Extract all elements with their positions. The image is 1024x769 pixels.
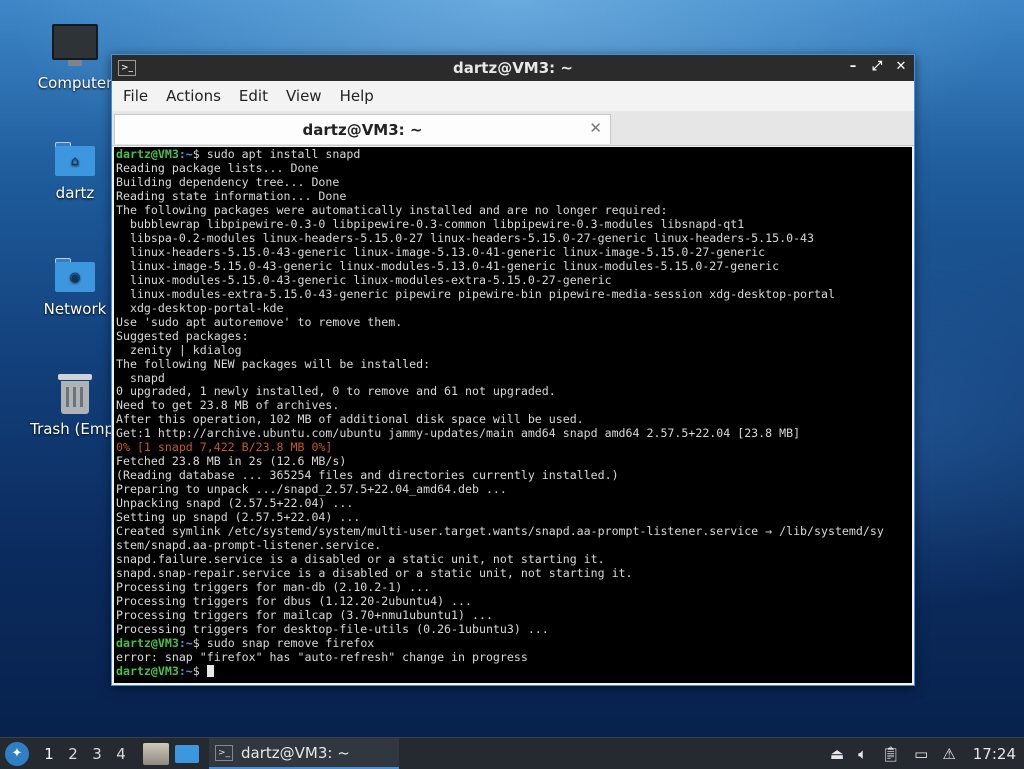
clipboard-icon[interactable]: 📋︎ (881, 745, 900, 763)
prompt-path: :~ (178, 663, 193, 678)
prompt-command: $ sudo apt install snapd (192, 147, 361, 161)
terminal-prompt-line: dartz@VM3:~$ sudo snap remove firefox (116, 636, 910, 650)
terminal-output-line: The following NEW packages will be insta… (116, 356, 431, 371)
terminal-output-line: Processing triggers for desktop-file-uti… (116, 621, 549, 636)
menu-actions[interactable]: Actions (157, 87, 230, 105)
taskbar-item-label: dartz@VM3: ~ (241, 743, 350, 762)
terminal-output-line: (Reading database ... 365254 files and d… (116, 468, 619, 483)
file-manager-icon[interactable] (175, 744, 199, 763)
terminal-output-line: Unpacking snapd (2.57.5+22.04) ... (116, 496, 354, 511)
terminal-output-line: Need to get 23.8 MB of archives. (116, 398, 340, 413)
prompt-command: $ sudo snap remove firefox (192, 635, 375, 650)
tab-title: dartz@VM3: ~ (302, 120, 423, 139)
menu-file[interactable]: File (114, 87, 157, 105)
terminal-prompt-line: dartz@VM3:~$ (116, 664, 910, 678)
workspace-2[interactable]: 2 (61, 745, 85, 763)
prompt-command: $ (192, 663, 207, 678)
terminal-output-line: Reading package lists... Done (116, 160, 319, 175)
terminal-output-line: Processing triggers for man-db (2.10.2-1… (116, 580, 431, 595)
terminal-output-line: zenity | kdialog (116, 342, 242, 357)
terminal-progress-line: 0% [1 snapd 7,422 B/23.8 MB 0%] (116, 440, 333, 455)
workspace-4[interactable]: 4 (109, 745, 133, 763)
prompt-user: dartz@VM3 (116, 663, 179, 678)
terminal-output-line: xdg-desktop-portal-kde (116, 300, 284, 315)
window-titlebar[interactable]: >_ dartz@VM3: ~ – ⤢ ✕ (112, 55, 914, 81)
tab-close-icon[interactable]: ✕ (589, 119, 602, 137)
network-icon[interactable]: ⚠ (942, 745, 955, 763)
tab-terminal[interactable]: dartz@VM3: ~ ✕ (114, 114, 611, 144)
terminal-output-line: linux-headers-5.15.0-43-generic linux-im… (116, 244, 766, 259)
terminal-window: >_ dartz@VM3: ~ – ⤢ ✕ File Actions Edit … (111, 54, 915, 686)
terminal-output-line: linux-modules-extra-5.15.0-43-generic pi… (116, 286, 835, 301)
workspace-3[interactable]: 3 (85, 745, 109, 763)
terminal-output-line: After this operation, 102 MB of addition… (116, 412, 584, 427)
workspace-1[interactable]: 1 (37, 745, 61, 763)
app-menu-icon[interactable]: ✦ (5, 741, 29, 766)
terminal-output-line: Get:1 http://archive.ubuntu.com/ubuntu j… (116, 426, 801, 441)
menu-bar: File Actions Edit View Help (112, 81, 914, 111)
terminal-output-line: snapd.failure.service is a disabled or a… (116, 552, 605, 567)
terminal-output-line: 0 upgraded, 1 newly installed, 0 to remo… (116, 384, 556, 399)
clock[interactable]: 17:24 (973, 745, 1016, 763)
terminal-output-line: Suggested packages: (116, 328, 249, 343)
terminal-output-line: error: snap "firefox" has "auto-refresh"… (116, 649, 528, 664)
home-folder-icon: ⌂ (55, 142, 95, 176)
menu-edit[interactable]: Edit (230, 87, 277, 105)
menu-view[interactable]: View (277, 87, 331, 105)
prompt-path: :~ (178, 147, 193, 161)
terminal-output-line: libspa-0.2-modules linux-headers-5.15.0-… (116, 230, 815, 245)
trash-icon (58, 374, 92, 414)
close-icon[interactable]: ✕ (892, 58, 910, 76)
terminal-output-line: Created symlink /etc/systemd/system/mult… (116, 524, 884, 539)
taskbar: ✦ 1 2 3 4 >_ dartz@VM3: ~ ⏏ 🔈︎ 📋︎ ▭ ⚠ 17… (0, 737, 1024, 769)
terminal-output-line: linux-image-5.15.0-43-generic linux-modu… (116, 258, 780, 273)
terminal-output-line: bubblewrap libpipewire-0.3-0 libpipewire… (116, 216, 745, 231)
eject-icon[interactable]: ⏏ (830, 745, 844, 763)
terminal-icon: >_ (215, 744, 233, 761)
taskbar-item-terminal[interactable]: >_ dartz@VM3: ~ (209, 738, 399, 769)
terminal-output-line: Processing triggers for mailcap (3.70+nm… (116, 607, 493, 622)
terminal-output-line: The following packages were automaticall… (116, 202, 668, 217)
network-folder-icon: ◉ (55, 258, 95, 292)
terminal-output-line: stem/snapd.aa-prompt-listener.service. (116, 538, 382, 553)
minimize-icon[interactable]: – (844, 58, 862, 76)
volume-icon[interactable]: 🔈︎ (858, 745, 867, 763)
computer-icon (52, 24, 98, 66)
tab-bar: dartz@VM3: ~ ✕ (112, 111, 914, 146)
maximize-icon[interactable]: ⤢ (868, 58, 886, 76)
terminal-output-line: snapd.snap-repair.service is a disabled … (116, 566, 633, 581)
terminal-output-line: linux-modules-5.15.0-43-generic linux-mo… (116, 272, 612, 287)
menu-help[interactable]: Help (331, 87, 383, 105)
prompt-user: dartz@VM3 (116, 147, 179, 161)
terminal-icon[interactable]: >_ (118, 60, 136, 76)
terminal-output-line: Setting up snapd (2.57.5+22.04) ... (116, 510, 361, 525)
window-title: dartz@VM3: ~ (453, 59, 573, 77)
terminal-output-line: snapd (116, 370, 165, 385)
terminal-output-line: Use 'sudo apt autoremove' to remove them… (116, 314, 403, 329)
terminal-output-line: Building dependency tree... Done (116, 174, 340, 189)
system-tray: ⏏ 🔈︎ 📋︎ ▭ ⚠ 17:24 (823, 738, 1024, 769)
terminal-output-line: Preparing to unpack .../snapd_2.57.5+22.… (116, 482, 507, 497)
terminal-output-line: Processing triggers for dbus (1.12.20-2u… (116, 594, 472, 608)
terminal-output[interactable]: dartz@VM3:~$ sudo apt install snapd Readi… (114, 147, 912, 683)
prompt-user: dartz@VM3 (116, 635, 179, 650)
display-icon[interactable]: ▭ (914, 745, 928, 763)
terminal-cursor (206, 664, 214, 677)
terminal-prompt-line: dartz@VM3:~$ sudo apt install snapd (116, 147, 910, 161)
terminal-output-line: Fetched 23.8 MB in 2s (12.6 MB/s) (116, 454, 347, 469)
prompt-path: :~ (178, 635, 193, 650)
terminal-output-line: Reading state information... Done (116, 188, 347, 203)
show-desktop-icon[interactable] (143, 742, 169, 765)
